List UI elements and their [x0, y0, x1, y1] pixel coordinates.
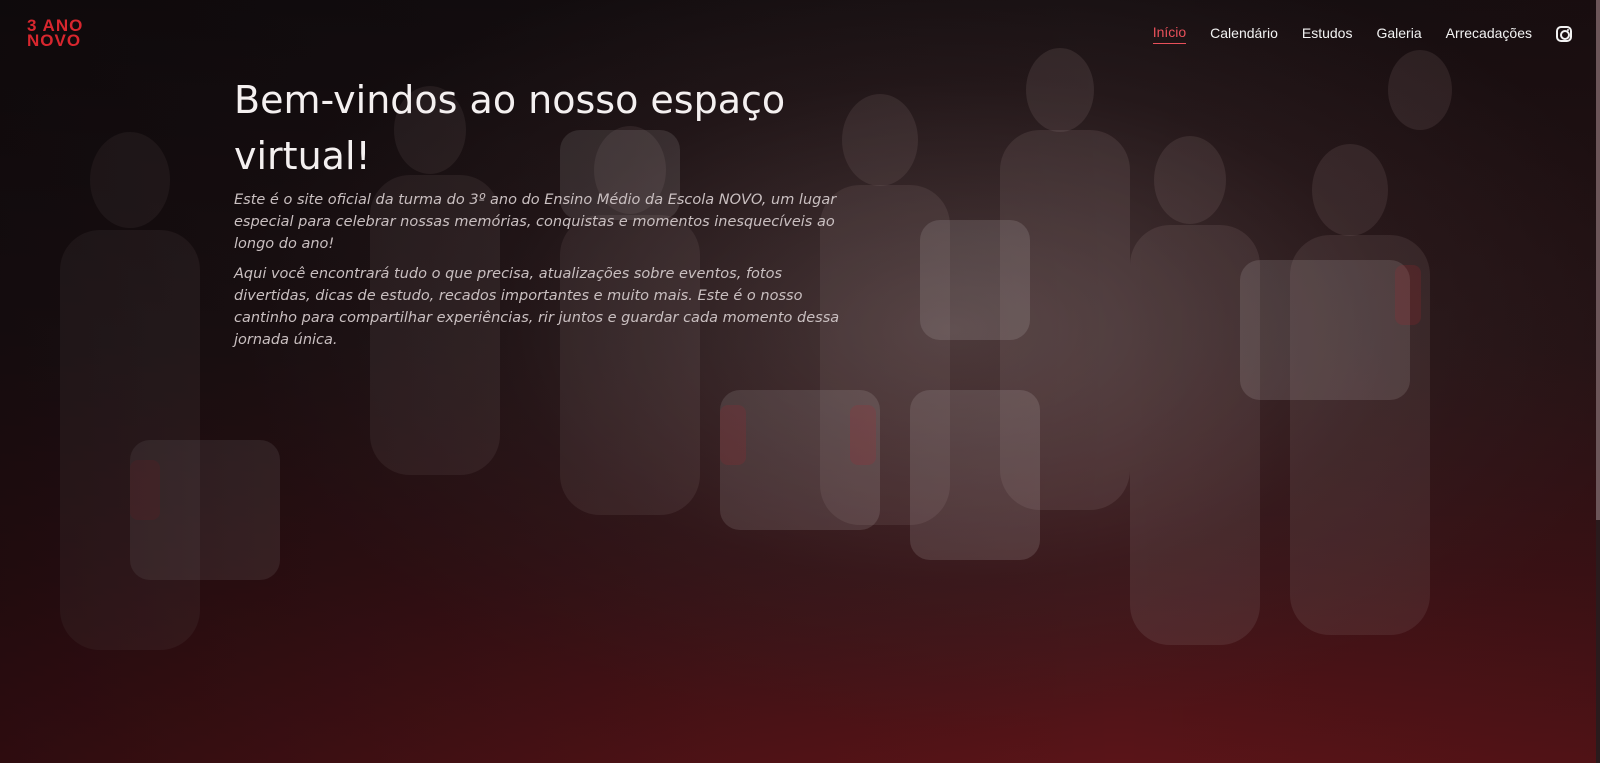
scrollbar-thumb[interactable]	[1596, 0, 1600, 520]
main-nav: Início Calendário Estudos Galeria Arreca…	[1129, 24, 1572, 44]
instagram-icon[interactable]	[1556, 26, 1572, 42]
nav-item-estudos[interactable]: Estudos	[1302, 25, 1353, 44]
logo-line-2: NOVO	[27, 31, 82, 50]
site-logo[interactable]: 3 ANO NOVO	[27, 17, 83, 50]
nav-item-galeria[interactable]: Galeria	[1376, 25, 1421, 44]
nav-item-calendario[interactable]: Calendário	[1210, 25, 1278, 44]
hero-title: Bem-vindos ao nosso espaço virtual!	[234, 78, 786, 178]
hero-paragraph-1: Este é o site oficial da turma do 3º ano…	[234, 192, 837, 252]
nav-item-arrecadacoes[interactable]: Arrecadações	[1446, 25, 1532, 44]
nav-item-inicio[interactable]: Início	[1152, 24, 1187, 44]
hero-paragraph-2: Aqui você encontrará tudo o que precisa,…	[234, 266, 840, 348]
